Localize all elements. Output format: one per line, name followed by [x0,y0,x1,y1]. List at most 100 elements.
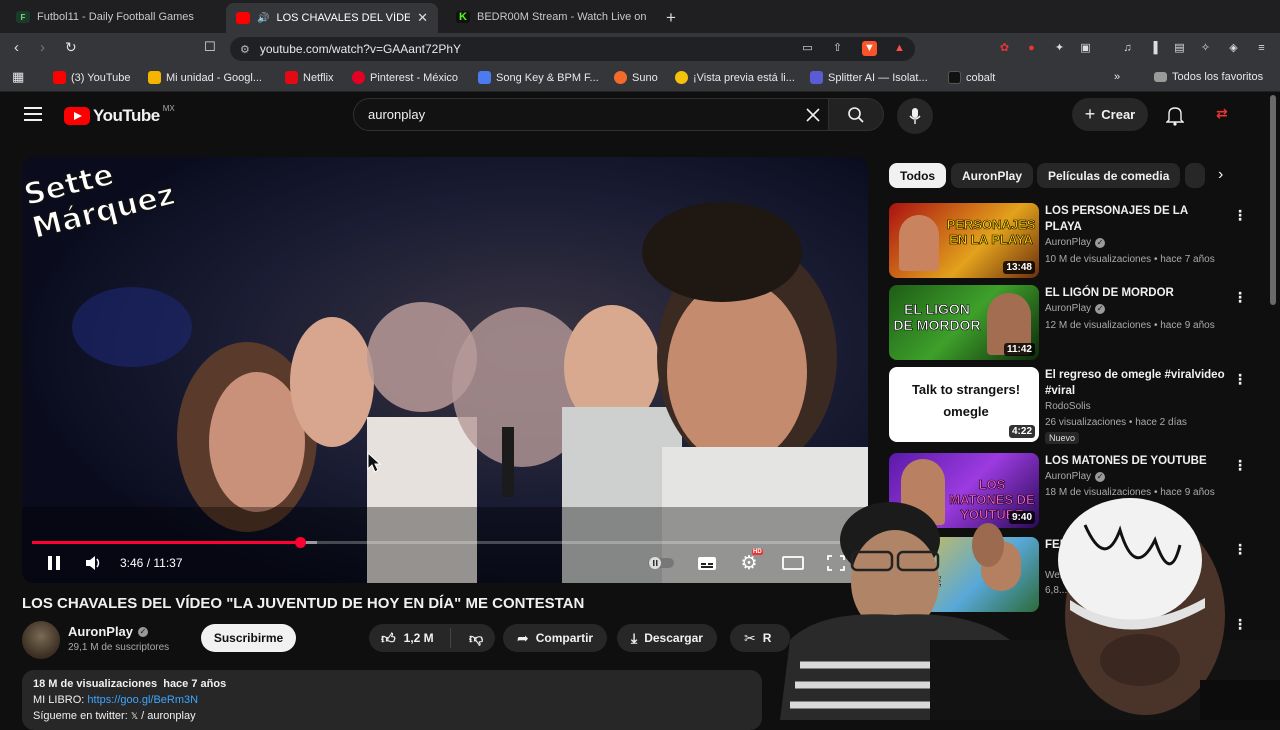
music-icon[interactable]: ♫ [1120,41,1135,56]
progress-bar[interactable] [32,537,858,548]
channel-name[interactable]: AuronPlay ✓ [1045,471,1106,482]
download-button[interactable]: ⤓ Descargar [617,624,717,652]
search-button[interactable] [828,98,884,131]
bookmark-cobalt[interactable]: cobalt [948,71,995,84]
search-input[interactable]: auronplay [353,98,829,131]
tab-youtube-video[interactable]: 🔊 LOS CHAVALES DEL VÍDEO ✕ [226,3,438,33]
screenshot-icon[interactable]: ▣ [1078,41,1093,56]
account-avatar[interactable]: ⇄ [1216,105,1228,122]
more-actions-icon[interactable]: ⋮ [1233,457,1247,474]
apps-grid-icon[interactable]: ▦ [12,69,24,85]
download-icon: ⤓ [631,629,638,646]
channel-name[interactable]: AuronPlay ✓ [1045,303,1106,314]
cast-icon[interactable]: ▭ [800,41,815,56]
bookmark-netflix[interactable]: Netflix [285,71,334,84]
pause-button[interactable] [44,554,64,572]
bookmark-youtube[interactable]: (3) YouTube [53,71,131,84]
bookmark-label: cobalt [966,71,996,84]
channel-avatar[interactable] [22,621,60,659]
reload-icon[interactable]: ↻ [65,39,77,56]
channel-label: AuronPlay [1045,237,1092,248]
tab-futbol11[interactable]: F Futbol11 - Daily Football Games [6,5,224,29]
all-favorites-folder[interactable]: Todos los favoritos [1154,71,1263,83]
share-icon[interactable]: ⇧ [830,41,845,56]
hamburger-menu-icon[interactable] [24,107,42,121]
share-button[interactable]: ➦ Compartir [503,624,608,652]
vpn-icon[interactable]: ◈ [1226,41,1241,56]
bookmark-icon[interactable]: ☐ [204,39,216,55]
chevron-right-icon[interactable]: › [1218,166,1223,184]
subtitles-button[interactable] [696,554,718,572]
settings-button[interactable]: ⚙ HD [738,549,763,574]
bookmark-vista-previa[interactable]: ¡Vista previa está li... [675,71,795,84]
volume-button[interactable] [84,554,104,572]
extensions-icon[interactable]: ✦ [1052,41,1067,56]
back-icon[interactable]: ‹ [14,39,19,56]
channel-name[interactable]: RodoSolis [1045,401,1091,412]
forward-icon[interactable]: › [40,39,45,56]
channel-name[interactable]: AuronPlay ✓ [1045,237,1106,248]
thumbs-up-icon: 👍︎ [381,629,396,646]
page-scrollbar[interactable] [1270,95,1276,305]
like-button[interactable]: 👍︎ 1,2 M [369,628,451,648]
audio-playing-icon[interactable]: 🔊 [257,13,269,24]
more-actions-icon[interactable]: ⋮ [1233,207,1247,224]
bookmarks-overflow-button[interactable]: » [1114,71,1120,83]
clear-search-icon[interactable] [806,108,820,122]
voice-search-button[interactable] [897,98,933,134]
progress-scrubber-handle[interactable] [294,537,306,548]
progress-played [32,541,300,544]
chip-all[interactable]: Todos [889,163,947,188]
leo-ai-icon[interactable]: ✧ [1198,41,1213,56]
youtube-icon [53,71,66,84]
notifications-bell-icon[interactable] [1166,106,1184,126]
twitter-handle[interactable]: / auronplay [138,710,195,722]
bookmark-splitter[interactable]: Splitter AI — Isolat... [810,71,928,84]
cobalt-icon [948,71,961,84]
chip-auronplay[interactable]: AuronPlay [951,163,1034,188]
brave-shield-icon[interactable]: ▼ [862,41,877,56]
recommendation-item[interactable]: Talk to strangers! omegle 4:22 El regres… [889,367,1249,444]
video-player[interactable]: Sette Márquez 3:46 / 11:37 ⚙ HD [22,157,868,583]
bookmark-suno[interactable]: Suno [614,71,658,84]
download-label: Descargar [644,631,703,645]
recommendation-item[interactable]: PERSONAJES EN LA PLAYA 13:48 LOS PERSONA… [889,203,1249,279]
scissors-icon: ✂ [744,629,756,646]
menu-icon[interactable]: ≡ [1254,41,1269,56]
chip-comedy-movies[interactable]: Películas de comedia [1037,163,1181,188]
brave-rewards-icon[interactable]: ▲ [892,41,907,56]
new-tab-button[interactable]: + [666,8,676,28]
channel-name-link[interactable]: AuronPlay ✓ [68,624,149,639]
search-query: auronplay [368,107,426,122]
region-code: MX [162,103,175,113]
close-tab-icon[interactable]: ✕ [417,10,428,26]
bookmark-songkey[interactable]: Song Key & BPM F... [478,71,599,84]
bookmark-drive[interactable]: Mi unidad - Googl... [148,71,262,84]
site-settings-icon[interactable]: ⚙ [240,43,250,56]
more-actions-icon[interactable]: ⋮ [1233,289,1247,306]
video-thumbnail[interactable]: EL LIGON DE MORDOR 11:42 [889,285,1039,360]
tab-label: BEDR00M Stream - Watch Live on [477,11,647,23]
wallet-icon[interactable]: ▤ [1172,41,1187,56]
description-box[interactable]: 18 M de visualizaciones hace 7 años MI L… [22,670,762,730]
create-button[interactable]: + Crear [1072,98,1148,131]
more-actions-icon[interactable]: ⋮ [1233,371,1247,388]
verified-check-icon: ✓ [1095,237,1106,248]
autoplay-toggle[interactable] [646,554,676,572]
video-thumbnail[interactable]: Talk to strangers! omegle 4:22 [889,367,1039,442]
video-thumbnail[interactable]: PERSONAJES EN LA PLAYA 13:48 [889,203,1039,278]
extension-red-icon[interactable]: ✿ [997,41,1012,56]
sidebar-icon[interactable]: ▐ [1146,41,1161,56]
dislike-button[interactable]: 👎︎ [458,630,483,647]
record-icon[interactable]: ● [1024,41,1039,56]
book-link[interactable]: https://goo.gl/BeRm3N [87,694,198,706]
tab-kick-stream[interactable]: K BEDR00M Stream - Watch Live on [446,5,660,29]
recommendation-item[interactable]: EL LIGON DE MORDOR 11:42 EL LIGÓN DE MOR… [889,285,1249,361]
bookmark-pinterest[interactable]: Pinterest - México [352,71,458,84]
subscribe-button[interactable]: Suscribirme [201,624,296,652]
video-frame [22,157,868,583]
youtube-logo[interactable]: YouTube MX [64,103,175,126]
chip-more[interactable] [1185,163,1205,188]
youtube-play-icon [64,107,90,125]
bookmark-label: Todos los favoritos [1172,71,1264,83]
